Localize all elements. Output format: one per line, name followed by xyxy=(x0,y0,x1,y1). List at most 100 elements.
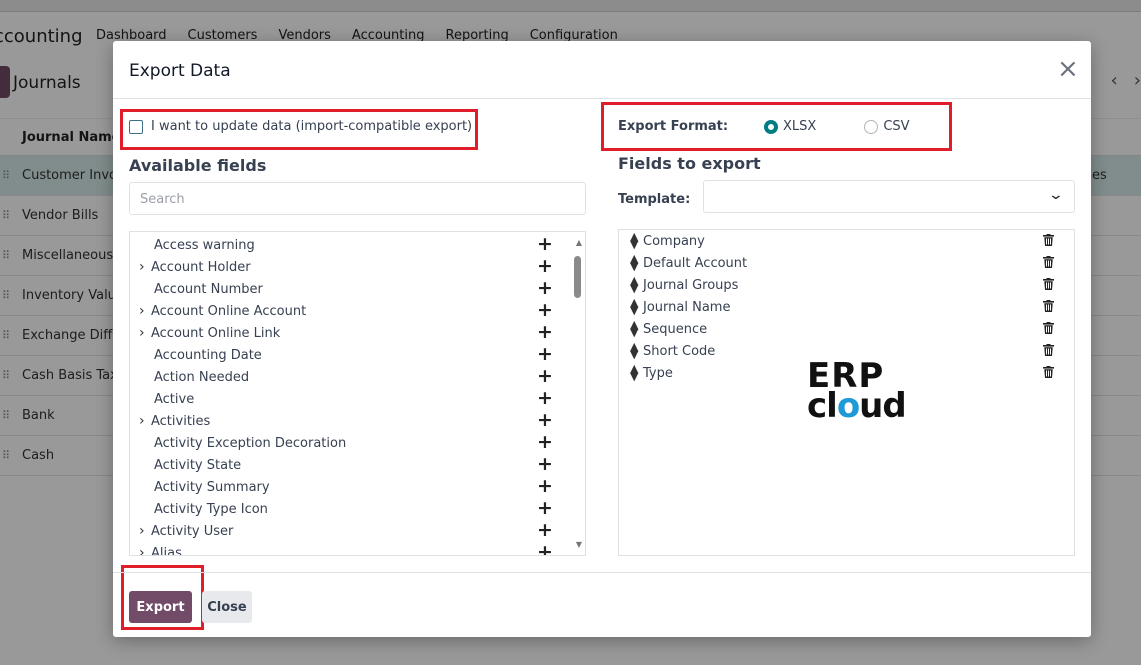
field-item[interactable]: Active + xyxy=(130,387,560,411)
scroll-up-icon[interactable]: ▲ xyxy=(576,238,582,247)
trash-icon[interactable] xyxy=(1043,300,1054,312)
trash-icon[interactable] xyxy=(1043,256,1054,268)
available-fields-list[interactable]: Access warning + › Account Holder + Acco… xyxy=(129,231,586,556)
export-field-item[interactable]: ▲ ▼ Journal Groups xyxy=(619,275,1074,297)
export-format-group: Export Format: XLSX CSV xyxy=(618,119,958,134)
chevron-right-icon[interactable]: › xyxy=(139,413,145,429)
sort-handle-icon[interactable]: ▲ ▼ xyxy=(630,341,638,360)
add-field-icon[interactable]: + xyxy=(537,233,553,255)
chevron-right-icon[interactable]: › xyxy=(139,545,145,555)
trash-icon[interactable] xyxy=(1043,234,1054,246)
field-item[interactable]: Activity Type Icon + xyxy=(130,497,560,521)
format-csv-radio[interactable]: CSV xyxy=(864,119,910,134)
export-button[interactable]: Export xyxy=(129,591,192,623)
import-compatible-label[interactable]: I want to update data (import-compatible… xyxy=(151,119,472,134)
field-item[interactable]: Action Needed + xyxy=(130,365,560,389)
fields-to-export-title: Fields to export xyxy=(618,154,761,173)
sort-handle-icon[interactable]: ▲ ▼ xyxy=(630,297,638,316)
add-field-icon[interactable]: + xyxy=(537,343,553,365)
export-field-item[interactable]: ▲ ▼ Company xyxy=(619,231,1074,253)
add-field-icon[interactable]: + xyxy=(537,541,553,555)
add-field-icon[interactable]: + xyxy=(537,497,553,519)
export-field-label: Short Code xyxy=(643,344,716,359)
field-label: Account Number xyxy=(154,282,263,297)
export-field-item[interactable]: ▲ ▼ Sequence xyxy=(619,319,1074,341)
add-field-icon[interactable]: + xyxy=(537,431,553,453)
field-item[interactable]: Activity State + xyxy=(130,453,560,477)
field-label: Account Online Link xyxy=(151,326,281,341)
add-field-icon[interactable]: + xyxy=(537,299,553,321)
field-label: Accounting Date xyxy=(154,348,262,363)
add-field-icon[interactable]: + xyxy=(537,519,553,541)
logo-line-2: cloud xyxy=(807,389,907,423)
modal-title: Export Data xyxy=(129,61,231,81)
sort-handle-icon[interactable]: ▲ ▼ xyxy=(630,275,638,294)
sort-handle-icon[interactable]: ▲ ▼ xyxy=(630,231,638,250)
scrollbar[interactable]: ▲ ▼ xyxy=(571,232,585,555)
search-input[interactable]: Search xyxy=(129,182,586,215)
add-field-icon[interactable]: + xyxy=(537,409,553,431)
field-item[interactable]: › Alias + xyxy=(130,541,560,555)
close-button[interactable]: Close xyxy=(202,591,252,623)
radio-selected-icon[interactable] xyxy=(764,119,778,134)
scroll-down-icon[interactable]: ▼ xyxy=(576,540,582,549)
sort-handle-icon[interactable]: ▲ ▼ xyxy=(630,319,638,338)
field-item[interactable]: › Account Online Link + xyxy=(130,321,560,345)
field-item[interactable]: Accounting Date + xyxy=(130,343,560,367)
add-field-icon[interactable]: + xyxy=(537,321,553,343)
field-label: Activity Exception Decoration xyxy=(154,436,347,451)
format-xlsx-radio[interactable]: XLSX xyxy=(764,119,816,134)
field-label: Activity State xyxy=(154,458,242,473)
available-fields-title: Available fields xyxy=(129,156,267,175)
field-item[interactable]: › Activities + xyxy=(130,409,560,433)
format-xlsx-label[interactable]: XLSX xyxy=(783,119,816,134)
add-field-icon[interactable]: + xyxy=(537,255,553,277)
field-item[interactable]: › Account Holder + xyxy=(130,255,560,279)
field-label: Action Needed xyxy=(154,370,250,385)
trash-icon[interactable] xyxy=(1043,278,1054,290)
field-label: Account Online Account xyxy=(151,304,307,319)
erp-cloud-logo: ERP cloud xyxy=(807,359,907,423)
chevron-down-icon[interactable]: ⌄ xyxy=(1048,187,1064,203)
template-select[interactable]: ⌄ xyxy=(703,180,1075,213)
sort-handle-icon[interactable]: ▲ ▼ xyxy=(630,253,638,272)
trash-icon[interactable] xyxy=(1043,366,1054,378)
export-data-dialog: Export Data × I want to update data (imp… xyxy=(113,41,1091,637)
add-field-icon[interactable]: + xyxy=(537,277,553,299)
export-field-label: Type xyxy=(643,366,673,381)
field-label: Active xyxy=(154,392,195,407)
radio-unselected-icon[interactable] xyxy=(864,119,879,134)
logo-text: o xyxy=(836,386,860,426)
export-field-item[interactable]: ▲ ▼ Default Account xyxy=(619,253,1074,275)
field-item[interactable]: Activity Summary + xyxy=(130,475,560,499)
add-field-icon[interactable]: + xyxy=(537,387,553,409)
modal-footer: Export Close xyxy=(113,572,1091,637)
add-field-icon[interactable]: + xyxy=(537,475,553,497)
add-field-icon[interactable]: + xyxy=(537,365,553,387)
chevron-right-icon[interactable]: › xyxy=(139,325,145,341)
close-icon[interactable]: × xyxy=(1057,56,1079,82)
chevron-right-icon[interactable]: › xyxy=(139,259,145,275)
format-csv-label[interactable]: CSV xyxy=(883,119,909,134)
field-item[interactable]: › Account Online Account + xyxy=(130,299,560,323)
field-label: Activity Summary xyxy=(154,480,270,495)
scrollbar-thumb[interactable] xyxy=(574,256,581,298)
field-item[interactable]: Access warning + xyxy=(130,233,560,257)
trash-icon[interactable] xyxy=(1043,344,1054,356)
import-compatible-checkbox[interactable] xyxy=(129,119,143,134)
field-item[interactable]: Account Number + xyxy=(130,277,560,301)
field-item[interactable]: Activity Exception Decoration + xyxy=(130,431,560,455)
chevron-right-icon[interactable]: › xyxy=(139,523,145,539)
logo-text: cl xyxy=(807,386,838,426)
import-compatible-option[interactable]: I want to update data (import-compatible… xyxy=(129,119,472,134)
template-label: Template: xyxy=(618,192,691,207)
chevron-right-icon[interactable]: › xyxy=(139,303,145,319)
export-field-label: Sequence xyxy=(643,322,708,337)
add-field-icon[interactable]: + xyxy=(537,453,553,475)
field-label: Activities xyxy=(151,414,211,429)
field-item[interactable]: › Activity User + xyxy=(130,519,560,543)
trash-icon[interactable] xyxy=(1043,322,1054,334)
sort-handle-icon[interactable]: ▲ ▼ xyxy=(630,363,638,382)
export-field-label: Default Account xyxy=(643,256,748,271)
export-field-item[interactable]: ▲ ▼ Journal Name xyxy=(619,297,1074,319)
